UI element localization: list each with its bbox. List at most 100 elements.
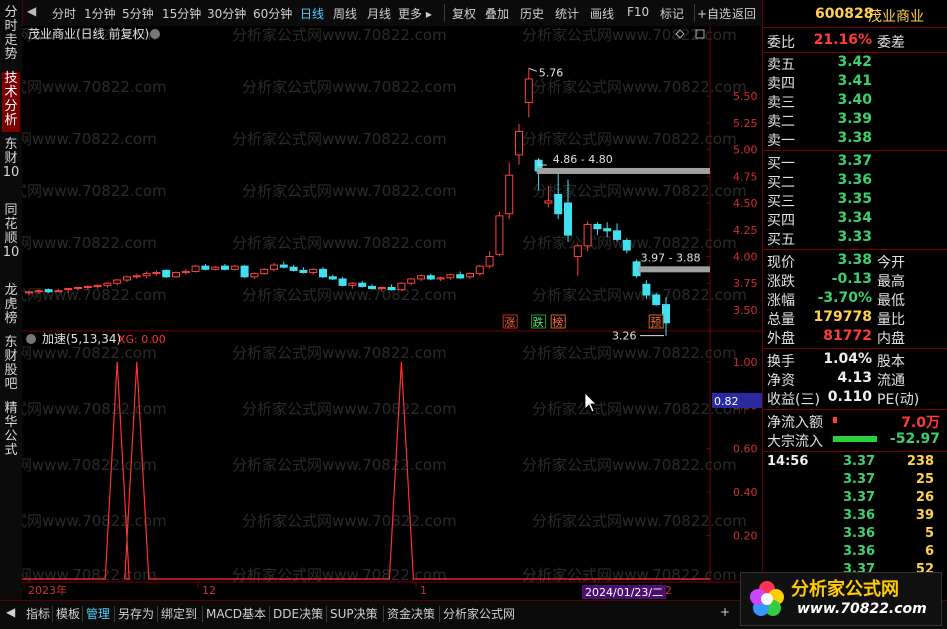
buy-price: 3.34 xyxy=(837,210,872,226)
price-tick-label: 5.50 xyxy=(733,90,758,103)
badge-label: 预 xyxy=(650,316,661,329)
candle-body xyxy=(436,277,445,280)
bottom-tab-0[interactable]: 指标 xyxy=(26,605,50,622)
left-tab-2[interactable]: 东财10 xyxy=(2,138,20,198)
buy-price: 3.37 xyxy=(837,153,872,169)
bottom-tab-7[interactable]: SUP决策 xyxy=(330,605,378,622)
toolbar-item-13[interactable]: 统计 xyxy=(555,5,579,22)
bottom-tab-8[interactable]: 资金决策 xyxy=(387,605,435,622)
candle-body xyxy=(613,230,621,240)
indicator-title: 加速(5,13,34) xyxy=(42,332,121,346)
bottom-separator xyxy=(157,606,158,622)
range-label-1: 4.86 - 4.80 xyxy=(553,153,613,166)
watermark-text: 分析家公式网www.70822.com xyxy=(522,344,737,362)
toolbar-item-10[interactable]: 复权 xyxy=(452,5,476,22)
toolbar-item-11[interactable]: 叠加 xyxy=(485,5,509,22)
flow-label: 净流入额 xyxy=(767,415,823,431)
candle-body xyxy=(221,265,229,270)
bottom-tab-3[interactable]: 另存为 xyxy=(118,605,154,622)
candle-body xyxy=(466,273,474,278)
weibi-label: 委比 xyxy=(767,35,795,51)
tick-price: 3.37 xyxy=(843,454,876,469)
tick-price: 3.36 xyxy=(843,526,876,541)
logo-title: 分析家公式网 xyxy=(791,579,899,600)
badge-3[interactable]: 预 xyxy=(648,314,664,329)
bottom-separator xyxy=(202,606,203,622)
watermark-text: 分析家公式网www.70822.com xyxy=(232,456,447,474)
tick-time: 14:56 xyxy=(767,454,809,469)
toolbar-item-2[interactable]: 5分钟 xyxy=(122,5,154,22)
left-tab-3[interactable]: 同花顺10 xyxy=(2,204,20,278)
date-label: 2023年 xyxy=(28,583,67,597)
buy-price: 3.33 xyxy=(837,229,872,245)
left-tab-0[interactable]: 分时走势 xyxy=(2,6,20,66)
badge-1[interactable]: 跌 xyxy=(531,314,547,329)
bottom-tab-6[interactable]: DDE决策 xyxy=(273,605,323,622)
stat-value: 179778 xyxy=(813,309,872,325)
prev-arrow-icon[interactable]: ◀ xyxy=(27,4,36,18)
toolbar-separator xyxy=(444,4,445,22)
toolbar-item-5[interactable]: 60分钟 xyxy=(253,5,292,22)
indicator-dropdown-icon[interactable] xyxy=(26,334,36,344)
toolbar-item-3[interactable]: 15分钟 xyxy=(162,5,201,22)
stat-label-2: 最高 xyxy=(877,274,905,290)
flow-value: 7.0万 xyxy=(901,415,940,431)
stat-row-1: 涨跌 -0.13 最高 xyxy=(763,270,947,290)
tick-row: 3.36 6 xyxy=(763,544,947,562)
badge-0[interactable]: 涨 xyxy=(502,314,518,329)
toolbar-item-12[interactable]: 历史 xyxy=(520,5,544,22)
candle-body xyxy=(132,275,141,278)
toolbar-item-14[interactable]: 画线 xyxy=(590,5,614,22)
kline-chart-svg[interactable]: 分析家公式网www.70822.com 分析家公式网www.70822.com 分析… xyxy=(22,26,762,600)
toolbar-item-8[interactable]: 月线 xyxy=(367,5,391,22)
candle-body xyxy=(622,239,631,251)
left-tab-1[interactable]: 技术分析 xyxy=(2,72,20,132)
toolbar-item-6[interactable]: 日线 xyxy=(300,5,324,22)
left-tab-6[interactable]: 精华公式 xyxy=(2,402,20,462)
left-tab-4[interactable]: 龙虎榜 xyxy=(2,284,20,330)
watermark-text: 分析家公式网www.70822.com xyxy=(532,512,747,530)
toolbar-item-1[interactable]: 1分钟 xyxy=(84,5,116,22)
toolbar-item-7[interactable]: 周线 xyxy=(333,5,357,22)
stat-label-2: 最低 xyxy=(877,293,905,309)
badge-2[interactable]: 榜 xyxy=(550,314,566,329)
toolbar-item-17[interactable]: +自选 xyxy=(697,5,731,22)
bottom-tab-9[interactable]: 分析家公式网 xyxy=(443,605,515,622)
bottom-tab-2[interactable]: 管理 xyxy=(86,605,110,622)
add-tab-button[interactable]: + xyxy=(720,605,730,619)
bottom-tab-1[interactable]: 模板 xyxy=(56,605,80,622)
candle-body xyxy=(593,223,602,230)
watermark-text: 分析家公式网www.70822.com xyxy=(232,566,447,584)
candle-body xyxy=(417,275,425,280)
candle-body xyxy=(230,265,239,270)
toolbar-item-0[interactable]: 分时 xyxy=(52,5,76,22)
candle-body xyxy=(162,269,171,278)
toolbar-item-9[interactable]: 更多 ▸ xyxy=(398,5,432,22)
tick-volume: 39 xyxy=(915,508,934,523)
bottom-tab-4[interactable]: 绑定到 xyxy=(161,605,197,622)
chart-area[interactable]: 分析家公式网www.70822.com 分析家公式网www.70822.com 分析… xyxy=(22,26,762,600)
bottom-scroll-left-icon[interactable]: ◀ xyxy=(6,605,15,619)
candle-body xyxy=(103,282,112,286)
toolbar-item-16[interactable]: 标记 xyxy=(660,5,684,22)
candle-body xyxy=(240,265,249,278)
toolbar-item-4[interactable]: 30分钟 xyxy=(207,5,246,22)
candle-body xyxy=(270,264,278,270)
bottom-separator xyxy=(383,606,384,622)
stat2-value: 1.04% xyxy=(823,351,872,367)
candle-body xyxy=(387,287,396,291)
bottom-tab-5[interactable]: MACD基本 xyxy=(206,605,266,622)
price-tick-label: 4.25 xyxy=(733,224,758,237)
title-dropdown-icon[interactable] xyxy=(150,29,160,39)
candle-body xyxy=(642,283,651,296)
candle-body xyxy=(515,130,523,156)
left-tab-5[interactable]: 东财股吧 xyxy=(2,336,20,396)
high-price-label: 5.76 xyxy=(539,66,564,79)
flow-bar xyxy=(833,417,837,423)
candle-body xyxy=(34,290,43,293)
tick-price: 3.36 xyxy=(843,508,876,523)
candle-body xyxy=(475,265,484,275)
watermark-text: 分析家公式网www.70822.com xyxy=(22,130,157,148)
toolbar-item-15[interactable]: F10 xyxy=(627,5,649,19)
toolbar-item-18[interactable]: 返回 xyxy=(732,5,756,22)
